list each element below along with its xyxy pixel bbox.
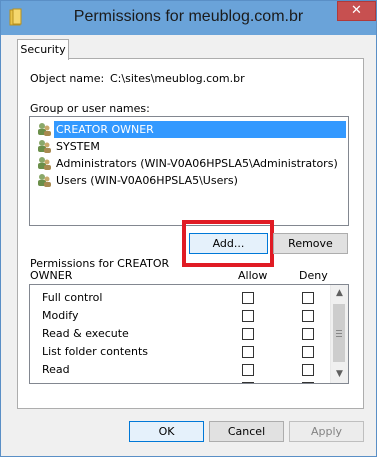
allow-checkbox[interactable] (242, 382, 254, 383)
deny-checkbox[interactable] (302, 292, 314, 304)
list-item-administrators[interactable]: Administrators (WIN-V0A06HPSLA5\Administ… (32, 155, 346, 172)
group-names-label: Group or user names: (30, 102, 150, 115)
users-group-icon (38, 157, 51, 170)
allow-checkbox[interactable] (242, 310, 254, 322)
allow-checkbox[interactable] (242, 346, 254, 358)
group-user-list[interactable]: CREATOR OWNER SYSTEM Administrators (WIN… (29, 116, 349, 226)
ok-button[interactable]: OK (129, 421, 204, 442)
permission-row-list-folder: List folder contents (30, 343, 330, 361)
list-item-users[interactable]: Users (WIN-V0A06HPSLA5\Users) (32, 172, 346, 189)
allow-checkbox[interactable] (242, 328, 254, 340)
permission-name: List folder contents (42, 345, 148, 358)
cancel-button[interactable]: Cancel (209, 421, 284, 442)
allow-checkbox[interactable] (242, 292, 254, 304)
permission-row-full-control: Full control (30, 289, 330, 307)
object-name-value: C:\sites\meublog.com.br (110, 72, 245, 85)
chevron-up-icon[interactable]: ▲ (331, 285, 348, 302)
deny-header: Deny (299, 269, 328, 282)
list-item-label: Administrators (WIN-V0A06HPSLA5\Administ… (56, 157, 338, 170)
permission-row-read-execute: Read & execute (30, 325, 330, 343)
permission-row-read: Read (30, 361, 330, 379)
window-title: Permissions for meublog.com.br (73, 8, 304, 25)
remove-button[interactable]: Remove (273, 233, 348, 254)
users-group-icon (38, 140, 51, 153)
scroll-thumb[interactable] (333, 304, 345, 362)
deny-checkbox[interactable] (302, 364, 314, 376)
permission-row-modify: Modify (30, 307, 330, 325)
tab-security[interactable]: Security (17, 39, 69, 60)
permissions-dialog: Permissions for meublog.com.br ✕ Securit… (0, 0, 377, 457)
list-item-system[interactable]: SYSTEM (32, 138, 346, 155)
permission-name: Read (42, 363, 70, 376)
permissions-scrollbar[interactable]: ▲ ▼ (330, 285, 348, 383)
deny-checkbox[interactable] (302, 328, 314, 340)
object-name-label: Object name: (30, 72, 105, 85)
permission-row-partial (30, 379, 330, 383)
users-group-icon (38, 123, 51, 136)
close-button[interactable]: ✕ (337, 1, 376, 21)
deny-checkbox[interactable] (302, 310, 314, 322)
apply-button[interactable]: Apply (289, 421, 364, 442)
permission-name: Full control (42, 291, 103, 304)
list-item-creator-owner[interactable]: CREATOR OWNER (32, 121, 346, 138)
users-group-icon (38, 174, 51, 187)
list-item-label: CREATOR OWNER (54, 121, 346, 138)
permissions-label-line2: OWNER (30, 269, 73, 282)
deny-checkbox[interactable] (302, 382, 314, 383)
permission-name: Modify (42, 309, 79, 322)
title-bar[interactable]: Permissions for meublog.com.br ✕ (1, 1, 376, 35)
deny-checkbox[interactable] (302, 346, 314, 358)
permission-name: Read & execute (42, 327, 129, 340)
chevron-down-icon[interactable]: ▼ (331, 366, 348, 383)
highlight-frame (182, 220, 274, 267)
permissions-list: Full control Modify Read & execute List … (29, 284, 349, 384)
list-item-label: SYSTEM (56, 140, 100, 153)
close-icon: ✕ (351, 3, 362, 18)
allow-checkbox[interactable] (242, 364, 254, 376)
allow-header: Allow (238, 269, 268, 282)
list-item-label: Users (WIN-V0A06HPSLA5\Users) (56, 174, 238, 187)
